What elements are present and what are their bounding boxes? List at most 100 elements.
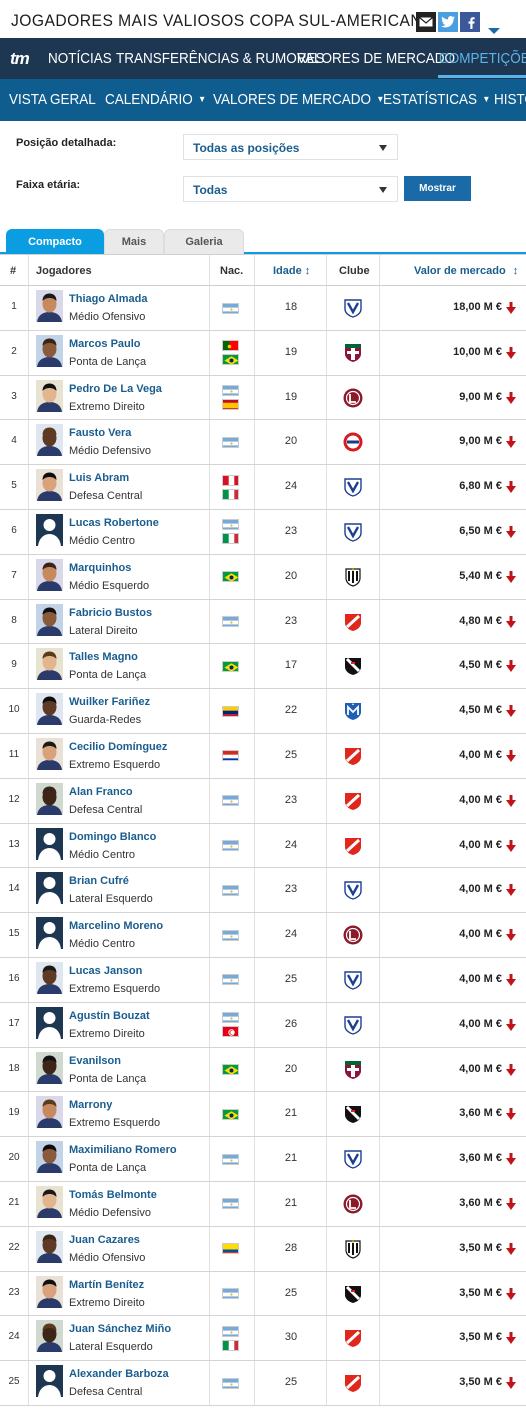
player-name-link[interactable]: Talles Magno bbox=[69, 651, 138, 663]
market-value-link[interactable]: 4,00 M € bbox=[459, 928, 502, 940]
club-vasco-icon[interactable] bbox=[342, 1283, 364, 1305]
player-name-link[interactable]: Maximiliano Romero bbox=[69, 1144, 177, 1156]
player-photo[interactable] bbox=[36, 558, 63, 591]
player-photo[interactable] bbox=[36, 334, 63, 367]
club-atletico-mg-icon[interactable] bbox=[342, 566, 364, 588]
player-photo[interactable] bbox=[36, 872, 63, 905]
player-name-link[interactable]: Wuilker Fariñez bbox=[69, 696, 150, 708]
market-value-link[interactable]: 4,00 M € bbox=[459, 749, 502, 761]
player-name-link[interactable]: Juan Cazares bbox=[69, 1234, 140, 1246]
player-name-link[interactable]: Marquinhos bbox=[69, 562, 131, 574]
player-photo[interactable] bbox=[36, 737, 63, 770]
player-name-link[interactable]: Pedro De La Vega bbox=[69, 383, 162, 395]
player-photo[interactable] bbox=[36, 379, 63, 412]
club-velez-icon[interactable] bbox=[342, 969, 364, 991]
nav-item-transferencias[interactable]: TRANSFERÊNCIAS & RUMORES bbox=[116, 50, 325, 67]
mail-icon[interactable] bbox=[416, 12, 436, 32]
club-lanus-icon[interactable] bbox=[342, 1193, 364, 1215]
player-name-link[interactable]: Tomás Belmonte bbox=[69, 1189, 157, 1201]
club-independiente-icon[interactable] bbox=[342, 1372, 364, 1394]
market-value-link[interactable]: 9,00 M € bbox=[459, 435, 502, 447]
player-photo[interactable] bbox=[36, 469, 63, 502]
club-velez-icon[interactable] bbox=[342, 521, 364, 543]
club-lanus-icon[interactable] bbox=[342, 924, 364, 946]
player-name-link[interactable]: Thiago Almada bbox=[69, 293, 147, 305]
player-name-link[interactable]: Juan Sánchez Miño bbox=[69, 1323, 171, 1335]
market-value-link[interactable]: 4,00 M € bbox=[459, 794, 502, 806]
player-name-link[interactable]: Martín Benítez bbox=[69, 1279, 144, 1291]
position-select[interactable]: Todas as posições bbox=[183, 134, 398, 160]
player-name-link[interactable]: Agustín Bouzat bbox=[69, 1010, 150, 1022]
player-name-link[interactable]: Alan Franco bbox=[69, 786, 133, 798]
market-value-link[interactable]: 5,40 M € bbox=[459, 570, 502, 582]
tab-mais[interactable]: Mais bbox=[104, 229, 164, 254]
market-value-link[interactable]: 3,50 M € bbox=[459, 1331, 502, 1343]
player-name-link[interactable]: Luis Abram bbox=[69, 472, 129, 484]
player-photo[interactable] bbox=[36, 961, 63, 994]
player-name-link[interactable]: Evanilson bbox=[69, 1055, 121, 1067]
club-lanus-icon[interactable] bbox=[342, 387, 364, 409]
player-photo[interactable] bbox=[36, 424, 63, 457]
player-photo[interactable] bbox=[36, 1006, 63, 1039]
player-name-link[interactable]: Domingo Blanco bbox=[69, 831, 156, 843]
player-photo[interactable] bbox=[36, 1320, 63, 1353]
club-independiente-icon[interactable] bbox=[342, 790, 364, 812]
player-name-link[interactable]: Cecilio Domínguez bbox=[69, 741, 167, 753]
chevron-down-icon[interactable] bbox=[488, 28, 500, 34]
market-value-link[interactable]: 6,50 M € bbox=[459, 525, 502, 537]
player-photo[interactable] bbox=[36, 1141, 63, 1174]
club-velez-icon[interactable] bbox=[342, 879, 364, 901]
tab-compacto[interactable]: Compacto bbox=[6, 229, 104, 254]
club-independiente-icon[interactable] bbox=[342, 611, 364, 633]
club-vasco-icon[interactable] bbox=[342, 1103, 364, 1125]
player-name-link[interactable]: Marcos Paulo bbox=[69, 338, 141, 350]
club-independiente-icon[interactable] bbox=[342, 1327, 364, 1349]
player-photo[interactable] bbox=[36, 1230, 63, 1263]
club-vasco-icon[interactable] bbox=[342, 655, 364, 677]
twitter-icon[interactable] bbox=[438, 12, 458, 32]
player-photo[interactable] bbox=[36, 513, 63, 546]
player-photo[interactable] bbox=[36, 648, 63, 681]
player-photo[interactable] bbox=[36, 603, 63, 636]
player-photo[interactable] bbox=[36, 1185, 63, 1218]
club-atletico-mg-icon[interactable] bbox=[342, 1238, 364, 1260]
player-photo[interactable] bbox=[36, 1275, 63, 1308]
player-name-link[interactable]: Fausto Vera bbox=[69, 427, 131, 439]
player-photo[interactable] bbox=[36, 290, 63, 322]
player-name-link[interactable]: Brian Cufré bbox=[69, 875, 129, 887]
player-photo[interactable] bbox=[36, 782, 63, 815]
tab-galeria[interactable]: Galeria bbox=[164, 229, 244, 254]
market-value-link[interactable]: 4,00 M € bbox=[459, 1063, 502, 1075]
market-value-link[interactable]: 3,60 M € bbox=[459, 1152, 502, 1164]
player-name-link[interactable]: Lucas Robertone bbox=[69, 517, 159, 529]
subnav-item-valores[interactable]: VALORES DE MERCADO ▼ bbox=[213, 91, 384, 108]
player-name-link[interactable]: Fabricio Bustos bbox=[69, 607, 152, 619]
nav-item-competicoes[interactable]: COMPETIÇÕES bbox=[439, 50, 526, 67]
market-value-link[interactable]: 10,00 M € bbox=[453, 346, 502, 358]
club-independiente-icon[interactable] bbox=[342, 835, 364, 857]
market-value-link[interactable]: 3,50 M € bbox=[459, 1242, 502, 1254]
market-value-link[interactable]: 9,00 M € bbox=[459, 391, 502, 403]
club-millonarios-icon[interactable] bbox=[342, 700, 364, 722]
market-value-link[interactable]: 18,00 M € bbox=[453, 301, 502, 313]
subnav-item-calendario[interactable]: CALENDÁRIO ▼ bbox=[105, 91, 206, 108]
facebook-icon[interactable] bbox=[460, 12, 480, 32]
market-value-link[interactable]: 4,00 M € bbox=[459, 1018, 502, 1030]
market-value-link[interactable]: 6,80 M € bbox=[459, 480, 502, 492]
player-photo[interactable] bbox=[36, 1051, 63, 1084]
player-name-link[interactable]: Alexander Barboza bbox=[69, 1368, 169, 1380]
market-value-link[interactable]: 3,50 M € bbox=[459, 1287, 502, 1299]
market-value-link[interactable]: 4,00 M € bbox=[459, 839, 502, 851]
transfermarkt-logo[interactable]: tm bbox=[10, 49, 30, 69]
market-value-link[interactable]: 3,60 M € bbox=[459, 1197, 502, 1209]
club-independiente-icon[interactable] bbox=[342, 745, 364, 767]
header-market-value[interactable]: Valor de mercado ↕ bbox=[414, 265, 518, 277]
club-velez-icon[interactable] bbox=[342, 476, 364, 498]
market-value-link[interactable]: 3,50 M € bbox=[459, 1376, 502, 1388]
market-value-link[interactable]: 4,80 M € bbox=[459, 615, 502, 627]
market-value-link[interactable]: 3,60 M € bbox=[459, 1107, 502, 1119]
player-name-link[interactable]: Marrony bbox=[69, 1099, 112, 1111]
market-value-link[interactable]: 4,00 M € bbox=[459, 883, 502, 895]
market-value-link[interactable]: 4,00 M € bbox=[459, 973, 502, 985]
player-photo[interactable] bbox=[36, 693, 63, 726]
